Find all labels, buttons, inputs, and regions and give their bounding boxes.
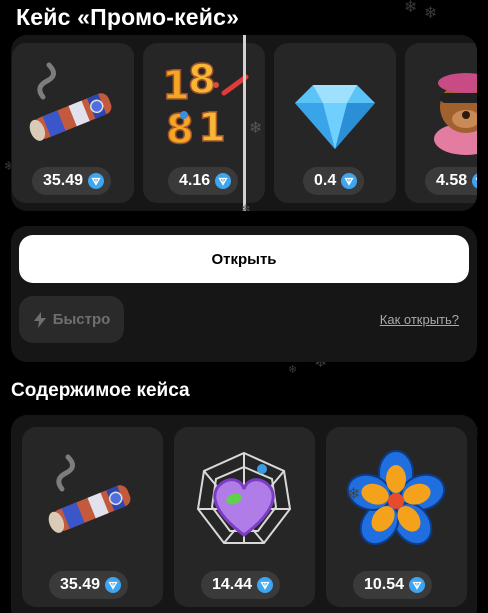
fast-open-label: Быстро — [52, 311, 111, 328]
price-badge: 0.4 — [303, 167, 365, 195]
svg-text:8: 8 — [166, 107, 194, 153]
roulette-pointer — [243, 35, 246, 211]
price-value: 4.58 — [436, 172, 468, 189]
page-title: Кейс «Промо-кейс» — [16, 4, 240, 30]
svg-text:1: 1 — [162, 63, 190, 109]
snowflake-icon: ❄ — [241, 202, 252, 211]
contents-title: Содержимое кейса — [11, 380, 190, 401]
roulette-item: 35.49 — [12, 43, 134, 203]
price-badge: 35.49 — [32, 167, 112, 195]
price-value: 10.54 — [364, 576, 405, 593]
ton-icon — [341, 173, 358, 189]
how-to-open-link[interactable]: Как открыть? — [380, 312, 459, 327]
dog-icon — [434, 73, 477, 155]
ton-icon — [105, 577, 122, 593]
content-item[interactable]: 35.49 — [22, 427, 163, 607]
price-value: 35.49 — [60, 576, 101, 593]
price-badge: 4.58 — [425, 167, 477, 195]
ton-icon — [88, 173, 105, 189]
snowflake-icon: ❄ — [404, 0, 418, 16]
ton-icon — [257, 577, 274, 593]
diamond-icon — [295, 85, 375, 149]
snowflake-icon: ❄ — [249, 120, 263, 137]
content-item[interactable]: 10.54 — [326, 427, 467, 607]
heart-icon — [196, 451, 292, 544]
roulette-item: 0.4 — [274, 43, 396, 203]
roulette-item: 1 8 8 1 4.16 — [143, 43, 265, 203]
ton-icon — [409, 577, 426, 593]
flower-icon — [346, 450, 446, 546]
price-badge: 35.49 — [49, 571, 129, 599]
svg-text:8: 8 — [188, 57, 216, 103]
case-contents: 35.49 14.44 10.54 ❄ — [11, 415, 477, 613]
price-badge: 14.44 — [201, 571, 281, 599]
price-badge: 4.16 — [168, 167, 239, 195]
page: ❄ ❄ ❄ ❄ ❄ ❄ ❄ ❄ ❄ Кейс «Промо-кейс» 35.4… — [0, 0, 488, 613]
cigar-icon — [48, 454, 131, 533]
price-value: 4.16 — [179, 172, 211, 189]
case-roulette: 35.49 1 8 8 1 4.16 0.4 4.58 ❄ ❄ — [11, 35, 477, 211]
lightning-icon — [33, 311, 46, 328]
ton-icon — [472, 173, 477, 189]
price-value: 35.49 — [43, 172, 84, 189]
content-item[interactable]: 14.44 — [174, 427, 315, 607]
open-case-button[interactable]: Открыть — [19, 235, 469, 283]
fast-open-button[interactable]: Быстро — [19, 296, 124, 343]
ton-icon — [215, 173, 232, 189]
snowflake-icon: ❄ — [288, 364, 298, 376]
roulette-item: 4.58 — [405, 43, 477, 203]
cigar-icon — [29, 62, 112, 141]
snowflake-icon: ❄ — [347, 486, 361, 503]
price-badge: 10.54 — [353, 571, 433, 599]
price-value: 14.44 — [212, 576, 253, 593]
open-controls: Открыть Быстро Как открыть? — [11, 226, 477, 362]
snowflake-icon: ❄ — [424, 5, 438, 22]
svg-text:1: 1 — [198, 105, 226, 151]
price-value: 0.4 — [314, 172, 337, 189]
numbers-icon: 1 8 8 1 — [161, 57, 249, 154]
